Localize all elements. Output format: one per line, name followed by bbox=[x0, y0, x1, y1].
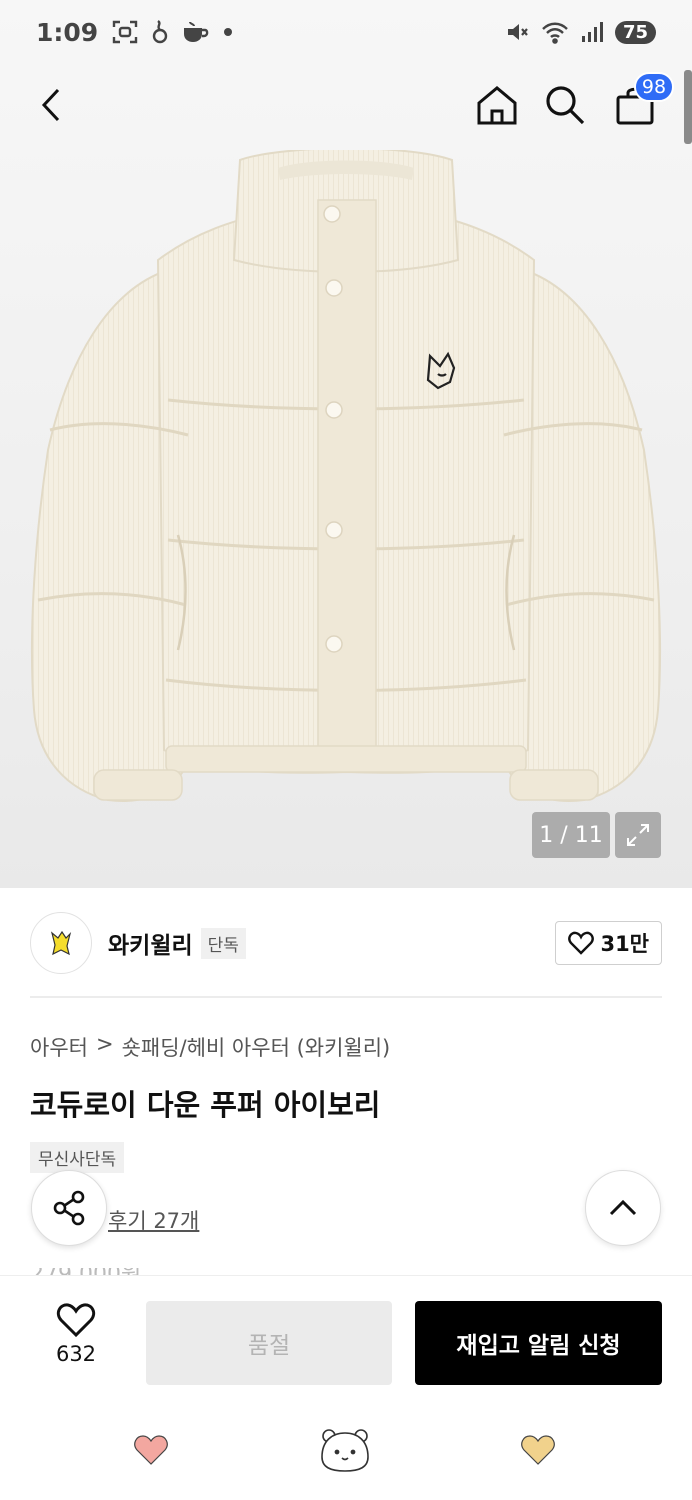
soldout-button[interactable]: 품절 bbox=[146, 1301, 392, 1385]
chevron-left-icon bbox=[41, 88, 60, 122]
flame-icon bbox=[152, 20, 168, 44]
brand-character-icon bbox=[50, 930, 72, 956]
bear-icon[interactable] bbox=[318, 1427, 372, 1473]
brand-row: 와키윌리 단독 31만 bbox=[30, 912, 662, 974]
heart-outline-icon bbox=[568, 931, 595, 955]
heart-icon[interactable] bbox=[520, 1433, 556, 1467]
heart-outline-icon bbox=[56, 1303, 96, 1338]
top-navigation: 98 bbox=[0, 64, 692, 144]
wishlist-button[interactable]: 632 bbox=[30, 1302, 122, 1366]
back-button[interactable] bbox=[30, 82, 76, 128]
brand-like-button[interactable]: 31만 bbox=[555, 921, 662, 965]
system-navigation-bar bbox=[0, 1405, 692, 1500]
home-button[interactable] bbox=[474, 82, 520, 128]
brand-name[interactable]: 와키윌리 bbox=[108, 926, 193, 960]
status-bar: 1:09 75 bbox=[0, 0, 692, 64]
home-icon bbox=[477, 86, 517, 125]
search-button[interactable] bbox=[542, 82, 588, 128]
coffee-icon bbox=[184, 21, 209, 42]
image-counter: 1 / 11 bbox=[532, 812, 610, 858]
share-button[interactable] bbox=[31, 1170, 107, 1246]
status-time: 1:09 bbox=[36, 17, 99, 47]
signal-icon bbox=[581, 22, 603, 42]
expand-image-button[interactable] bbox=[615, 812, 661, 858]
divider bbox=[30, 996, 662, 998]
cart-button[interactable]: 98 bbox=[612, 72, 674, 128]
brand-logo[interactable] bbox=[30, 912, 92, 974]
exclusive-tag: 단독 bbox=[200, 927, 246, 959]
chevron-up-icon bbox=[609, 1199, 637, 1216]
restock-alert-button[interactable]: 재입고 알림 신청 bbox=[415, 1301, 662, 1385]
wishlist-count: 632 bbox=[55, 1342, 97, 1366]
brand-like-count: 31만 bbox=[600, 932, 649, 956]
breadcrumb-separator: > bbox=[95, 1032, 114, 1056]
screenshot-icon bbox=[112, 20, 138, 44]
breadcrumb-item-category[interactable]: 아우터 bbox=[30, 1032, 88, 1062]
expand-icon bbox=[627, 824, 649, 846]
scrollbar[interactable] bbox=[684, 70, 692, 144]
scroll-top-button[interactable] bbox=[585, 1170, 661, 1246]
heart-icon[interactable] bbox=[133, 1433, 169, 1467]
wifi-icon bbox=[542, 22, 568, 44]
musinsa-exclusive-tag: 무신사단독 bbox=[30, 1142, 125, 1173]
cart-badge: 98 bbox=[634, 72, 674, 102]
battery-level: 75 bbox=[614, 20, 656, 44]
product-title: 코듀로이 다운 푸퍼 아이보리 bbox=[30, 1088, 381, 1122]
product-image-jacket bbox=[30, 150, 662, 802]
breadcrumb: 아우터 > 숏패딩/헤비 아우터 (와키윌리) bbox=[30, 1032, 390, 1062]
mute-icon bbox=[507, 24, 528, 40]
dot-icon bbox=[224, 28, 233, 36]
purchase-bar: 632 품절 재입고 알림 신청 bbox=[0, 1275, 692, 1405]
breadcrumb-item-subcategory[interactable]: 숏패딩/헤비 아우터 (와키윌리) bbox=[122, 1032, 391, 1062]
review-link[interactable]: 후기 27개 bbox=[108, 1205, 199, 1235]
share-icon bbox=[53, 1190, 85, 1226]
search-icon bbox=[546, 86, 585, 125]
